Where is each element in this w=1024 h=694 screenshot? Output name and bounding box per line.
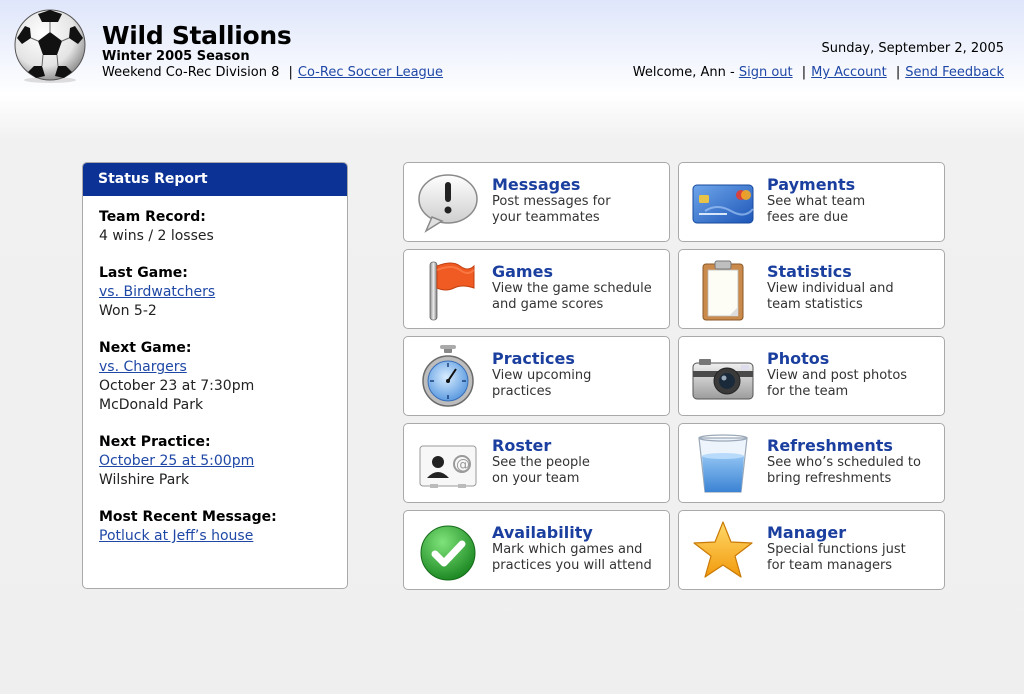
- messages-card[interactable]: Messages Post messages for your teammate…: [403, 162, 670, 242]
- water-glass-icon: [698, 434, 748, 493]
- practices-desc-line1: View upcoming: [492, 368, 592, 383]
- team-record-value: 4 wins / 2 losses: [99, 228, 214, 244]
- stopwatch-icon: [422, 345, 474, 407]
- statistics-desc-line1: View individual and: [767, 281, 894, 296]
- manager-title: Manager: [767, 523, 847, 542]
- flag-icon: [429, 261, 475, 321]
- clipboard-icon: [702, 260, 744, 321]
- camera-icon: [692, 359, 754, 400]
- roster-title: Roster: [492, 436, 552, 455]
- photos-desc-line2: for the team: [767, 384, 849, 399]
- recent-message-link[interactable]: Potluck at Jeff’s house: [99, 528, 253, 544]
- manager-desc-line2: for team managers: [767, 558, 893, 573]
- availability-description: Mark which games and practices you will …: [492, 542, 668, 574]
- roster-desc-line1: See the people: [492, 455, 590, 470]
- roster-desc-line2: on your team: [492, 471, 580, 486]
- status-report-panel: Status Report Team Record: 4 wins / 2 lo…: [82, 162, 348, 589]
- refreshments-description: See who’s scheduled to bring refreshment…: [767, 455, 943, 487]
- team-record-section: Team Record: 4 wins / 2 losses: [99, 208, 331, 246]
- season-label: Winter 2005 Season: [102, 49, 250, 64]
- status-report-title: Status Report: [83, 163, 347, 196]
- photos-description: View and post photos for the team: [767, 368, 943, 400]
- statistics-desc-line2: team statistics: [767, 297, 863, 312]
- games-card[interactable]: Games View the game schedule and game sc…: [403, 249, 670, 329]
- last-game-result: Won 5-2: [99, 303, 157, 319]
- recent-message-section: Most Recent Message: Potluck at Jeff’s h…: [99, 508, 331, 546]
- soccer-ball-icon: [14, 9, 86, 83]
- practices-card[interactable]: Practices View upcoming practices: [403, 336, 670, 416]
- photos-desc-line1: View and post photos: [767, 368, 908, 383]
- send-feedback-link[interactable]: Send Feedback: [905, 65, 1004, 80]
- payments-description: See what team fees are due: [767, 194, 943, 226]
- svg-text:@: @: [456, 457, 470, 473]
- refreshments-desc-line1: See who’s scheduled to: [767, 455, 921, 470]
- payments-desc-line1: See what team: [767, 194, 866, 209]
- next-game-time: October 23 at 7:30pm: [99, 378, 255, 394]
- statistics-card[interactable]: Statistics View individual and team stat…: [678, 249, 945, 329]
- messages-desc-line2: your teammates: [492, 210, 600, 225]
- separator: |: [801, 65, 807, 80]
- next-game-link[interactable]: vs. Chargers: [99, 359, 187, 375]
- availability-desc-line1: Mark which games and: [492, 542, 643, 557]
- next-game-place: McDonald Park: [99, 397, 204, 413]
- credit-card-icon: [692, 184, 754, 224]
- welcome-text: Welcome, Ann -: [632, 65, 735, 80]
- photos-title: Photos: [767, 349, 830, 368]
- next-practice-place: Wilshire Park: [99, 472, 190, 488]
- last-game-label: Last Game:: [99, 265, 188, 281]
- roster-card[interactable]: @ Roster See the people on your team: [403, 423, 670, 503]
- last-game-link[interactable]: vs. Birdwatchers: [99, 284, 215, 300]
- division-label: Weekend Co-Rec Division 8: [102, 65, 280, 80]
- availability-desc-line2: practices you will attend: [492, 558, 652, 573]
- photos-card[interactable]: Photos View and post photos for the team: [678, 336, 945, 416]
- refreshments-desc-line2: bring refreshments: [767, 471, 892, 486]
- team-record-label: Team Record:: [99, 209, 206, 225]
- last-game-section: Last Game: vs. Birdwatchers Won 5-2: [99, 264, 331, 321]
- roster-description: See the people on your team: [492, 455, 668, 487]
- availability-card[interactable]: Availability Mark which games and practi…: [403, 510, 670, 590]
- messages-title: Messages: [492, 175, 581, 194]
- manager-description: Special functions just for team managers: [767, 542, 943, 574]
- team-name: Wild Stallions: [102, 21, 292, 50]
- speech-bubble-icon: [418, 174, 478, 233]
- availability-title: Availability: [492, 523, 593, 542]
- separator: |: [288, 65, 293, 80]
- current-date: Sunday, September 2, 2005: [821, 41, 1004, 56]
- games-desc-line2: and game scores: [492, 297, 604, 312]
- next-game-label: Next Game:: [99, 340, 192, 356]
- manager-desc-line1: Special functions just: [767, 542, 906, 557]
- practices-title: Practices: [492, 349, 575, 368]
- messages-description: Post messages for your teammates: [492, 194, 668, 226]
- contact-card-icon: @: [419, 445, 477, 488]
- league-link[interactable]: Co-Rec Soccer League: [298, 65, 443, 80]
- division-line: Weekend Co-Rec Division 8 | Co-Rec Soccer…: [102, 65, 443, 80]
- practices-desc-line2: practices: [492, 384, 552, 399]
- refreshments-card[interactable]: Refreshments See who’s scheduled to brin…: [678, 423, 945, 503]
- statistics-title: Statistics: [767, 262, 852, 281]
- games-desc-line1: View the game schedule: [492, 281, 652, 296]
- my-account-link[interactable]: My Account: [811, 65, 887, 80]
- next-practice-label: Next Practice:: [99, 434, 211, 450]
- recent-message-label: Most Recent Message:: [99, 509, 277, 525]
- star-icon: [693, 521, 753, 578]
- refreshments-title: Refreshments: [767, 436, 893, 455]
- separator: |: [895, 65, 901, 80]
- practices-description: View upcoming practices: [492, 368, 668, 400]
- sign-out-link[interactable]: Sign out: [739, 65, 793, 80]
- manager-card[interactable]: Manager Special functions just for team …: [678, 510, 945, 590]
- next-game-section: Next Game: vs. Chargers October 23 at 7:…: [99, 339, 331, 415]
- messages-desc-line1: Post messages for: [492, 194, 611, 209]
- payments-card[interactable]: Payments See what team fees are due: [678, 162, 945, 242]
- next-practice-section: Next Practice: October 25 at 5:00pm Wils…: [99, 433, 331, 490]
- games-description: View the game schedule and game scores: [492, 281, 668, 313]
- games-title: Games: [492, 262, 553, 281]
- next-practice-link[interactable]: October 25 at 5:00pm: [99, 453, 254, 469]
- user-nav: Welcome, Ann - Sign out | My Account | Sen…: [633, 65, 1004, 80]
- payments-desc-line2: fees are due: [767, 210, 849, 225]
- payments-title: Payments: [767, 175, 856, 194]
- checkmark-icon: [420, 525, 476, 581]
- statistics-description: View individual and team statistics: [767, 281, 943, 313]
